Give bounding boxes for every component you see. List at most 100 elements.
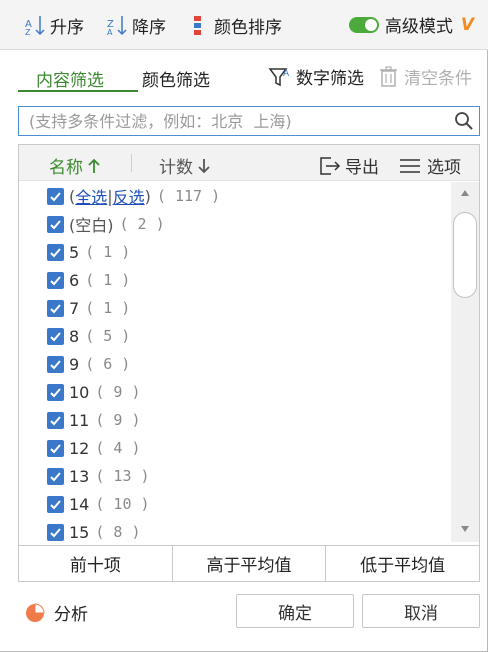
checkbox-checked-icon[interactable] xyxy=(47,411,64,429)
arrow-down-icon xyxy=(198,158,210,173)
options-button[interactable]: 选项 xyxy=(399,153,461,178)
checkbox-checked-icon[interactable] xyxy=(47,327,64,345)
item-label: 12 xyxy=(69,438,90,458)
list-item[interactable]: 13 ( 13 ) xyxy=(47,462,150,490)
advanced-mode: 高级模式 V xyxy=(348,12,474,37)
name-header-label: 名称 xyxy=(49,158,83,178)
list-item[interactable]: 11 ( 9 ) xyxy=(47,406,141,434)
list-scrollbar[interactable] xyxy=(451,182,479,542)
checkbox-checked-icon[interactable] xyxy=(47,299,64,317)
scroll-down-icon[interactable] xyxy=(451,520,479,538)
checkbox-checked-icon[interactable] xyxy=(47,439,64,457)
scroll-thumb[interactable] xyxy=(453,212,477,298)
list-item[interactable]: 10 ( 9 ) xyxy=(47,378,141,406)
ok-button[interactable]: 确定 xyxy=(236,594,354,628)
menu-icon xyxy=(400,158,420,173)
svg-text:Z: Z xyxy=(25,28,31,36)
item-label: 6 xyxy=(69,270,80,290)
sort-by-name[interactable]: 名称 xyxy=(49,153,101,178)
item-count: ( 1 ) xyxy=(85,243,131,261)
close-paren: ) xyxy=(144,186,151,206)
checkbox-checked-icon[interactable] xyxy=(47,523,64,541)
below-average-button[interactable]: 低于平均值 xyxy=(326,546,479,581)
sort-asc-label: 升序 xyxy=(50,17,84,38)
checkbox-checked-icon[interactable] xyxy=(47,187,64,205)
checkbox-checked-icon[interactable] xyxy=(47,495,64,513)
color-sort-icon xyxy=(194,16,201,35)
vip-icon: V xyxy=(460,14,474,35)
filter-tabs: 内容筛选 颜色筛选 A 数字筛选 清空条件 xyxy=(18,62,480,94)
sort-desc-button[interactable]: Z A 降序 xyxy=(106,10,166,40)
select-all-link[interactable]: 全选 xyxy=(75,184,107,208)
invert-selection-link[interactable]: 反选 xyxy=(113,184,145,208)
advanced-mode-label: 高级模式 xyxy=(384,17,453,37)
sort-by-count[interactable]: 计数 xyxy=(159,153,211,178)
total-count: ( 117 ) xyxy=(156,187,221,205)
item-label: 14 xyxy=(69,494,90,514)
list-item[interactable]: 12 ( 4 ) xyxy=(47,434,141,462)
color-sort-button[interactable]: 颜色排序 xyxy=(190,10,282,40)
pie-chart-icon xyxy=(26,602,45,622)
checkbox-checked-icon[interactable] xyxy=(47,243,64,261)
above-average-button[interactable]: 高于平均值 xyxy=(173,546,327,581)
scroll-up-icon[interactable] xyxy=(451,184,479,202)
checkbox-checked-icon[interactable] xyxy=(47,467,64,485)
list-item[interactable]: (空白) ( 2 ) xyxy=(47,210,165,238)
number-filter-button[interactable]: A 数字筛选 xyxy=(268,64,364,89)
item-label: 5 xyxy=(69,242,80,262)
filter-dialog: A Z 升序 Z A 降序 颜色排序 高级模式 V 内容筛选 颜色筛选 A 数字… xyxy=(0,0,488,652)
tab-content-filter[interactable]: 内容筛选 xyxy=(36,66,104,91)
item-count: ( 5 ) xyxy=(85,327,131,345)
item-count: ( 9 ) xyxy=(95,383,141,401)
list-item[interactable]: 8 ( 5 ) xyxy=(47,322,130,350)
clear-filter-label: 清空条件 xyxy=(404,69,472,89)
export-label: 导出 xyxy=(345,158,379,178)
item-count: ( 8 ) xyxy=(95,523,141,541)
item-count: ( 6 ) xyxy=(85,355,131,373)
svg-text:A: A xyxy=(283,69,290,79)
checkbox-checked-icon[interactable] xyxy=(47,355,64,373)
list-item[interactable]: 6 ( 1 ) xyxy=(47,266,130,294)
list-item[interactable]: 15 ( 8 ) xyxy=(47,518,141,542)
color-sort-label: 颜色排序 xyxy=(214,17,282,38)
number-filter-label: 数字筛选 xyxy=(296,69,364,89)
header-separator xyxy=(131,154,132,172)
analyze-button[interactable]: 分析 xyxy=(24,600,88,625)
item-count: ( 10 ) xyxy=(95,495,150,513)
item-count: ( 13 ) xyxy=(95,467,150,485)
item-label: 15 xyxy=(69,522,90,542)
top-ten-button[interactable]: 前十项 xyxy=(19,546,173,581)
list-header: 名称 计数 导出 选项 xyxy=(19,145,479,181)
item-count: ( 1 ) xyxy=(85,299,131,317)
list-item[interactable]: 9 ( 6 ) xyxy=(47,350,130,378)
advanced-mode-toggle[interactable] xyxy=(348,16,379,33)
list-item[interactable]: 14 ( 10 ) xyxy=(47,490,150,518)
options-label: 选项 xyxy=(427,158,461,178)
trash-icon xyxy=(380,65,397,87)
clear-filter-button[interactable]: 清空条件 xyxy=(378,64,472,89)
select-all-row[interactable]: ( 全选 | 反选 ) ( 117 ) xyxy=(47,182,220,210)
item-label: 10 xyxy=(69,382,90,402)
export-icon xyxy=(320,156,341,175)
list-item[interactable]: 5 ( 1 ) xyxy=(47,238,130,266)
item-label: 8 xyxy=(69,326,80,346)
checkbox-checked-icon[interactable] xyxy=(47,215,64,233)
tab-color-filter[interactable]: 颜色筛选 xyxy=(142,66,210,91)
item-count: ( 1 ) xyxy=(85,271,131,289)
analyze-label: 分析 xyxy=(54,605,88,625)
item-count: ( 2 ) xyxy=(119,215,165,233)
sort-asc-button[interactable]: A Z 升序 xyxy=(24,10,84,40)
svg-text:A: A xyxy=(107,28,113,36)
list-item[interactable]: 7 ( 1 ) xyxy=(47,294,130,322)
search-icon[interactable] xyxy=(449,111,479,131)
search-input[interactable] xyxy=(19,108,449,134)
funnel-icon: A xyxy=(268,67,290,86)
export-button[interactable]: 导出 xyxy=(319,153,379,178)
checkbox-checked-icon[interactable] xyxy=(47,271,64,289)
cancel-button[interactable]: 取消 xyxy=(362,594,480,628)
active-tab-indicator xyxy=(18,90,138,92)
count-header-label: 计数 xyxy=(159,158,193,178)
checkbox-checked-icon[interactable] xyxy=(47,383,64,401)
arrow-up-icon xyxy=(88,158,100,173)
value-list: ( 全选 | 反选 ) ( 117 ) (空白) ( 2 ) 5 ( 1 ) 6… xyxy=(19,182,451,542)
